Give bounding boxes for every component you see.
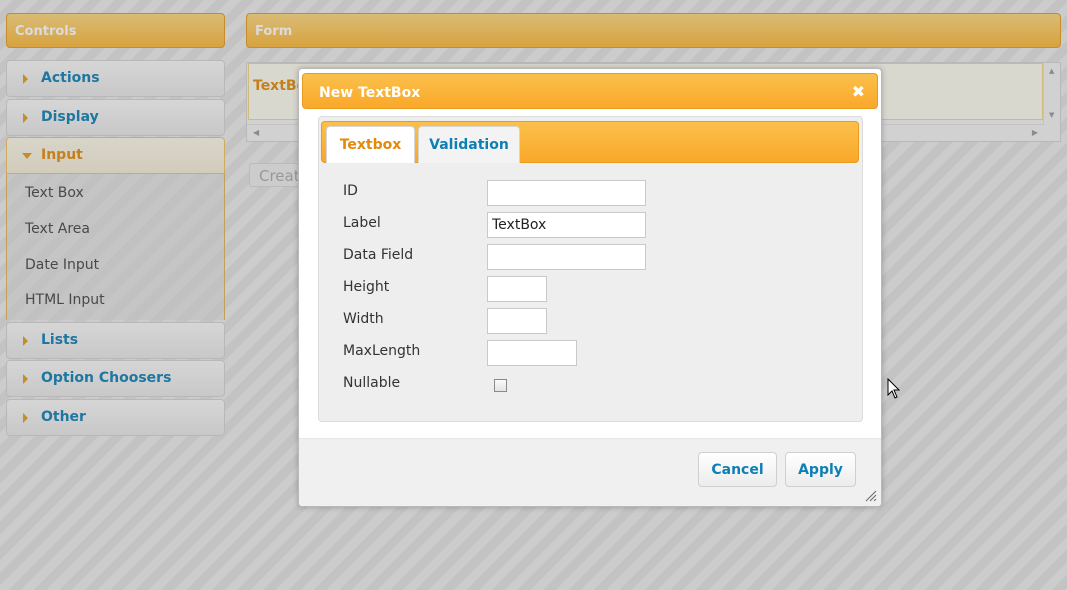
width-field[interactable] [487, 308, 547, 334]
dialog-footer: Cancel Apply [299, 439, 881, 506]
dialog-titlebar[interactable]: New TextBox ✖ [302, 73, 878, 109]
data-field-input[interactable] [487, 244, 646, 270]
label-field[interactable] [487, 212, 646, 238]
nullable-label: Nullable [343, 375, 401, 391]
nullable-checkbox[interactable] [494, 379, 507, 392]
width-label: Width [343, 311, 384, 327]
cancel-button[interactable]: Cancel [698, 452, 777, 487]
maxlength-field[interactable] [487, 340, 577, 366]
resize-grip-icon[interactable] [865, 490, 877, 502]
id-field[interactable] [487, 180, 646, 206]
id-label: ID [343, 183, 358, 199]
dialog-tab-panel: Textbox Validation ID Label Data Field H… [318, 116, 863, 422]
height-field[interactable] [487, 276, 547, 302]
apply-button[interactable]: Apply [785, 452, 856, 487]
maxlength-label: MaxLength [343, 343, 421, 359]
data-field-label: Data Field [343, 247, 414, 263]
tab-validation[interactable]: Validation [418, 126, 520, 163]
tab-textbox[interactable]: Textbox [326, 126, 415, 163]
dialog-title: New TextBox [319, 85, 421, 101]
height-label: Height [343, 279, 390, 295]
new-textbox-dialog: New TextBox ✖ Textbox Validation ID Labe… [298, 68, 882, 507]
tab-bar: Textbox Validation [321, 121, 859, 163]
mouse-cursor-icon [887, 378, 901, 399]
close-icon[interactable]: ✖ [852, 82, 865, 101]
label-label: Label [343, 215, 381, 231]
